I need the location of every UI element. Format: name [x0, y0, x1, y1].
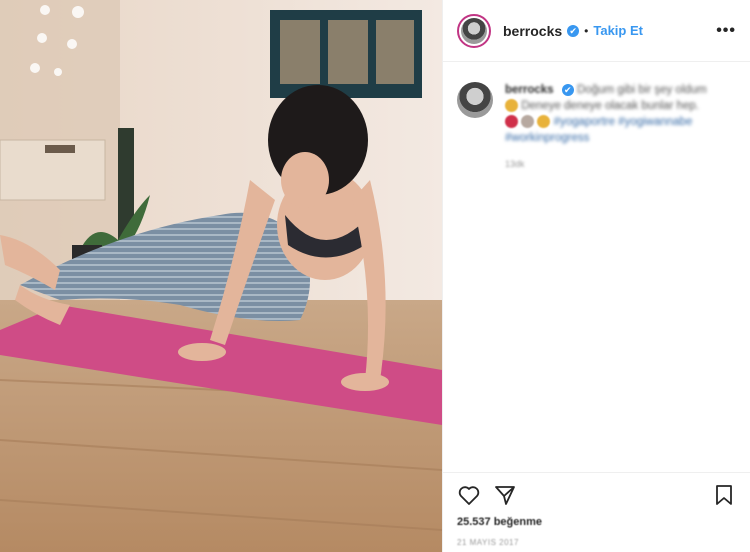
verified-badge-icon: ✔ [567, 24, 580, 37]
hashtags[interactable]: #yogaportre #yogiwannabe [554, 116, 693, 128]
emoji-icon [505, 99, 518, 113]
caption-text: berrocks ✔ Doğum gibi bir şey oldum Dene… [505, 82, 725, 172]
comment-time: 13dk [505, 159, 525, 169]
post-actions: 25.537 beğenme 21 MAYIS 2017 [443, 472, 750, 547]
hashtag-workinprogress[interactable]: #workinprogress [505, 132, 589, 144]
heart-icon[interactable] [457, 483, 481, 507]
avatar[interactable] [457, 13, 491, 48]
share-icon[interactable] [493, 483, 517, 507]
username-link[interactable]: berrocks [503, 23, 562, 39]
emoji-icon [521, 115, 535, 129]
likes-count[interactable]: 25.537 beğenme [457, 516, 736, 528]
post-date: 21 MAYIS 2017 [457, 538, 519, 547]
comment-username[interactable]: berrocks [505, 84, 554, 96]
header-separator: • [584, 23, 589, 38]
instagram-post: berrocks ✔ • Takip Et ••• berrocks ✔ Doğ… [0, 0, 750, 552]
yoga-photo-illustration [0, 0, 442, 552]
more-options-icon[interactable]: ••• [716, 22, 736, 40]
caption-line1: Doğum gibi bir şey oldum [577, 84, 707, 96]
caption-comment: berrocks ✔ Doğum gibi bir şey oldum Dene… [443, 62, 750, 172]
post-sidebar: berrocks ✔ • Takip Et ••• berrocks ✔ Doğ… [442, 0, 750, 552]
heart-emoji-icon [505, 115, 518, 129]
likes-label: 25.537 beğenme [457, 516, 542, 528]
post-photo[interactable] [0, 0, 442, 552]
follow-button[interactable]: Takip Et [593, 23, 643, 38]
caption-line2: Deneye deneye olacak bunlar hep. [521, 100, 699, 112]
emoji-icon [537, 115, 551, 129]
bookmark-icon[interactable] [712, 483, 736, 507]
comment-verified-badge-icon: ✔ [561, 84, 574, 96]
post-header: berrocks ✔ • Takip Et ••• [443, 0, 750, 62]
comment-avatar[interactable] [457, 82, 493, 118]
